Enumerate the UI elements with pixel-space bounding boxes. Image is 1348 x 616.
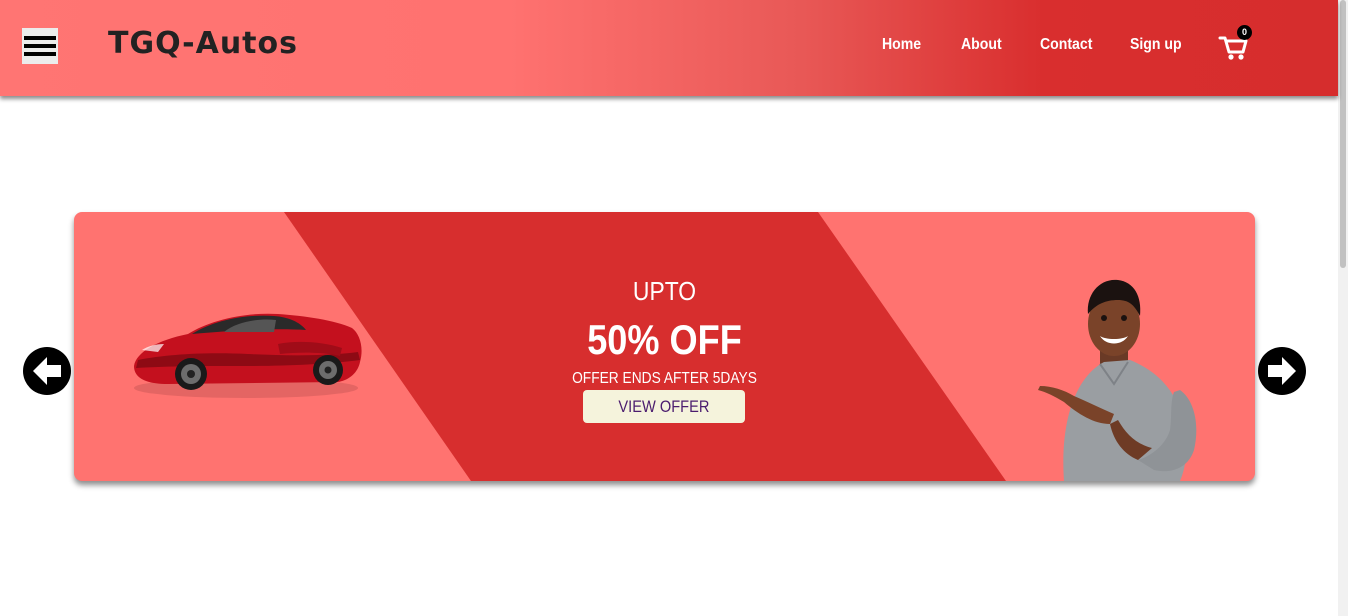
view-offer-label: VIEW OFFER (618, 397, 710, 416)
site-logo[interactable]: TGQ-Autos (108, 26, 298, 61)
hamburger-menu-icon[interactable] (22, 28, 58, 64)
view-offer-button[interactable]: VIEW OFFER (583, 390, 745, 423)
offer-upto-text: UPTO (632, 276, 697, 306)
menu-bar (24, 36, 56, 40)
scrollbar-thumb[interactable] (1340, 0, 1346, 268)
slider-prev-button[interactable] (23, 347, 71, 395)
menu-bar (24, 44, 56, 48)
cart-button[interactable]: 0 (1218, 25, 1252, 62)
nav-signup-link[interactable]: Sign up (1130, 36, 1182, 54)
nav-contact-link[interactable]: Contact (1040, 36, 1092, 54)
arrow-left-icon (33, 357, 61, 385)
page-scrollbar[interactable] (1338, 0, 1348, 616)
offer-ends-text: OFFER ENDS AFTER 5DAYS (572, 370, 757, 387)
nav-about-link[interactable]: About (961, 36, 1002, 54)
nav-home-link[interactable]: Home (882, 36, 921, 54)
smiling-man-pointing-image (1038, 279, 1197, 481)
site-header: TGQ-Autos Home About Contact Sign up 0 (0, 0, 1338, 96)
offer-discount-heading: 50% OFF (587, 316, 742, 363)
arrow-right-icon (1268, 357, 1296, 385)
cart-count-badge: 0 (1237, 25, 1252, 40)
slider-next-button[interactable] (1258, 347, 1306, 395)
offer-banner: UPTO 50% OFF OFFER ENDS AFTER 5DAYS VIEW… (74, 212, 1255, 481)
menu-bar (24, 52, 56, 56)
